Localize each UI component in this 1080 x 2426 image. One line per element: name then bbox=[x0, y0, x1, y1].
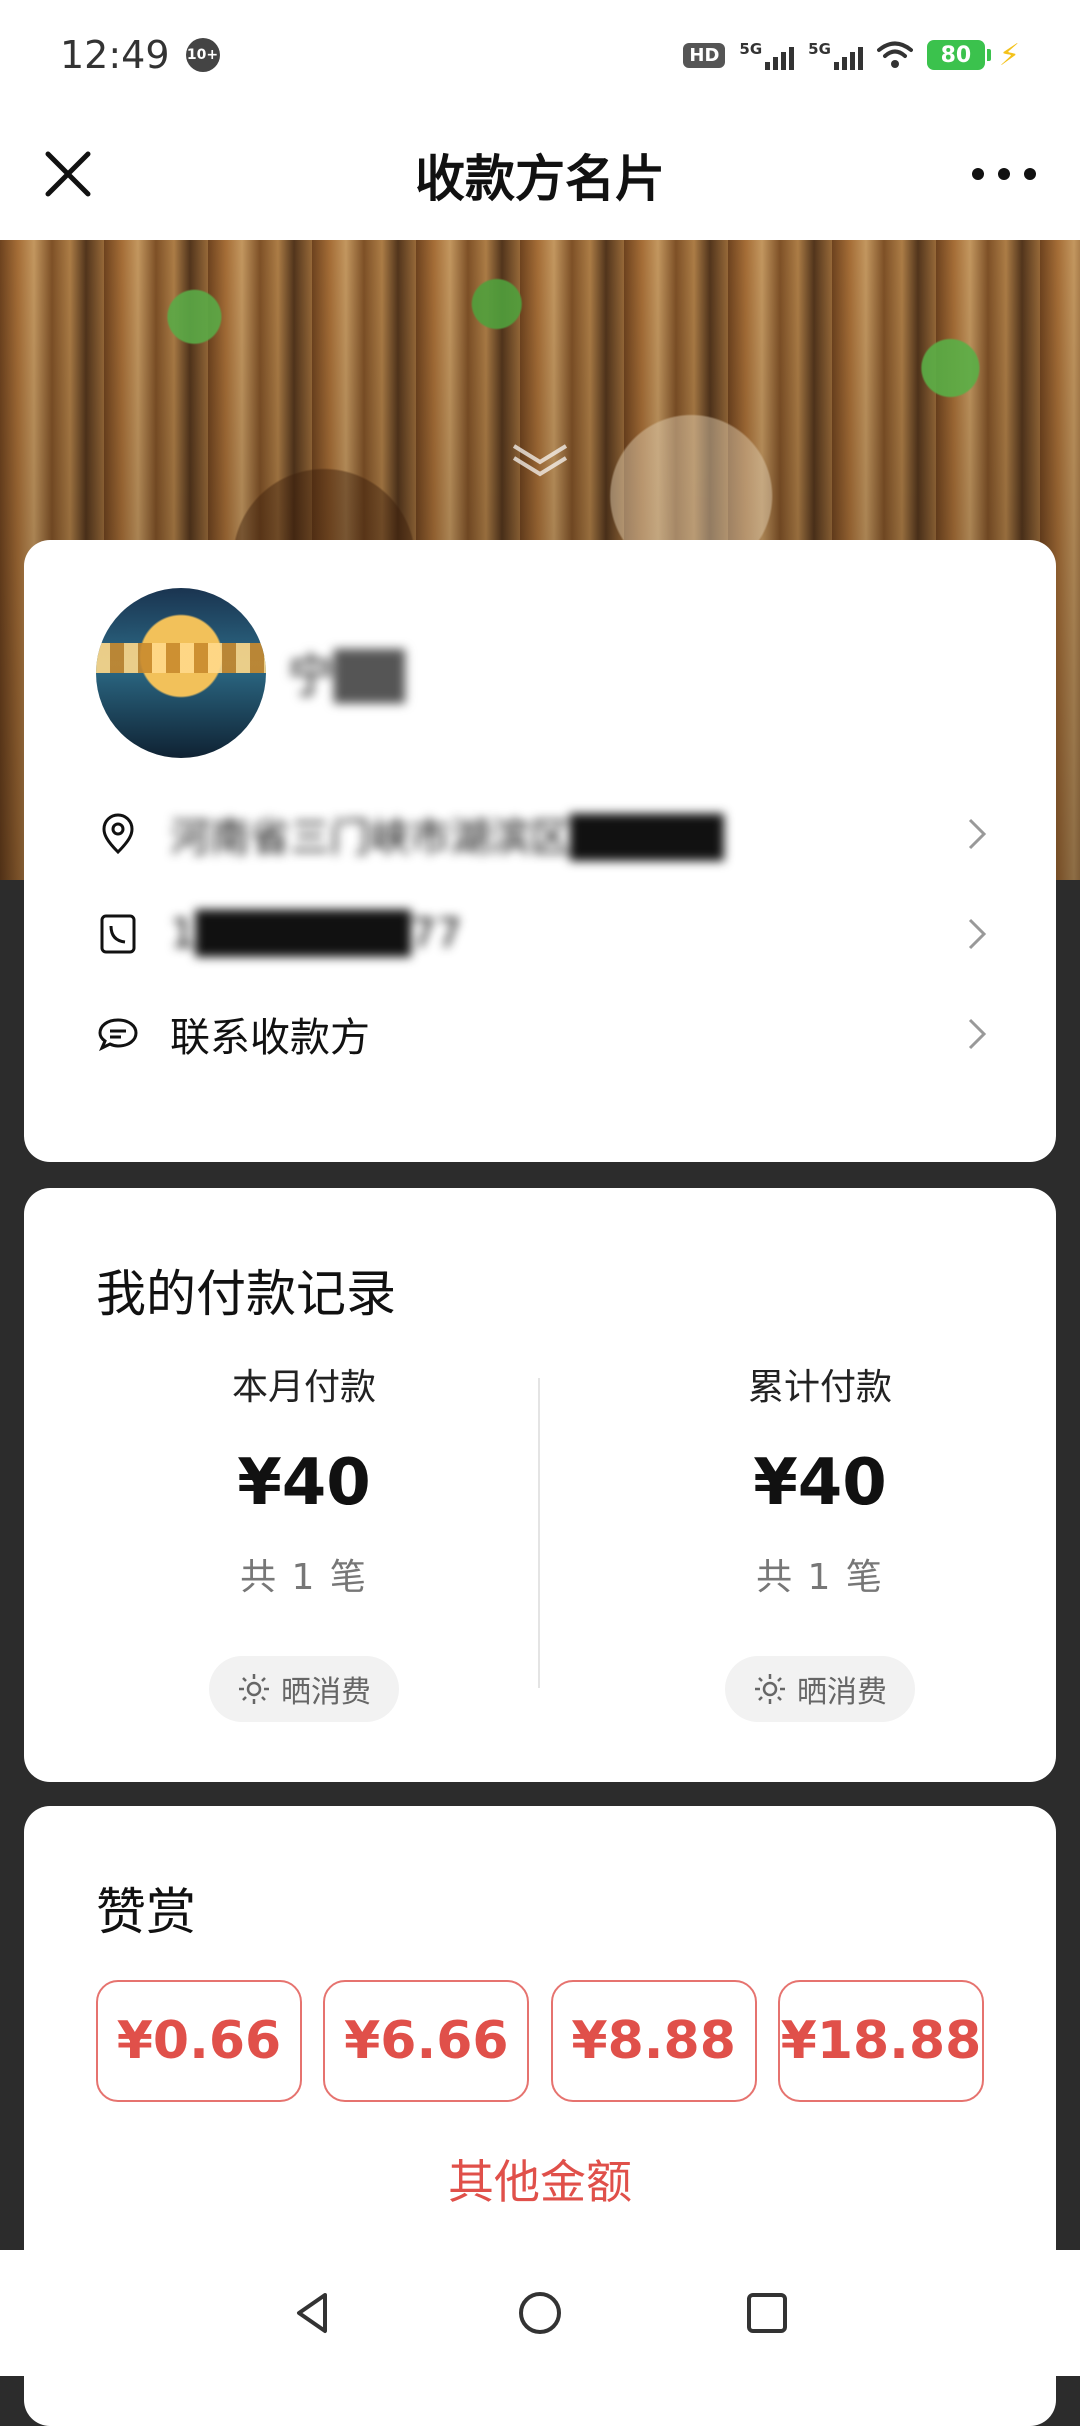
divider bbox=[538, 1378, 540, 1688]
monthly-payment-count: 共 1 笔 bbox=[240, 1557, 368, 1598]
cellular-signal-icon: 5G bbox=[808, 40, 863, 70]
title-bar: 收款方名片 bbox=[0, 110, 1080, 240]
chevron-right-icon bbox=[968, 818, 987, 850]
monthly-payment-stat: 本月付款 ¥40 共 1 笔 晒消费 bbox=[104, 1358, 504, 1722]
share-spending-label: 晒消费 bbox=[281, 1675, 371, 1710]
chat-bubble-icon bbox=[98, 1018, 138, 1052]
page-title: 收款方名片 bbox=[415, 150, 665, 208]
charging-bolt-icon: ⚡ bbox=[998, 37, 1020, 73]
close-icon[interactable] bbox=[36, 142, 100, 206]
monthly-payment-label: 本月付款 bbox=[231, 1367, 376, 1408]
address-row[interactable]: 河南省三门峡市湖滨区█████ bbox=[96, 794, 996, 874]
share-spending-button[interactable]: 晒消费 bbox=[725, 1656, 915, 1722]
home-icon[interactable] bbox=[512, 2285, 568, 2341]
wifi-icon bbox=[876, 41, 913, 68]
status-time: 12:49 bbox=[60, 33, 170, 77]
recent-apps-icon[interactable] bbox=[739, 2285, 795, 2341]
share-spending-label: 晒消费 bbox=[797, 1675, 887, 1710]
status-indicators: HD 5G 5G 80 ⚡ bbox=[683, 38, 1020, 73]
phone-row[interactable]: 1███████77 bbox=[96, 894, 996, 974]
cellular-signal-icon: 5G bbox=[739, 40, 795, 70]
monthly-payment-amount: ¥40 bbox=[237, 1446, 371, 1520]
hd-icon: HD bbox=[683, 42, 726, 68]
total-payment-label: 累计付款 bbox=[747, 1367, 892, 1408]
reward-amount-button[interactable]: ¥6.66 bbox=[323, 1980, 530, 2102]
total-payment-count: 共 1 笔 bbox=[756, 1557, 884, 1598]
system-navigation-bar bbox=[0, 2250, 1080, 2376]
phone-icon bbox=[100, 914, 136, 954]
reward-amount-button[interactable]: ¥18.88 bbox=[777, 1980, 984, 2102]
network-type-label: 5G bbox=[739, 40, 763, 58]
contact-payee-label: 联系收款方 bbox=[170, 1015, 370, 1061]
reward-amount-button[interactable]: ¥0.66 bbox=[96, 1980, 302, 2102]
sun-icon bbox=[239, 1674, 269, 1704]
more-options-icon[interactable] bbox=[964, 142, 1044, 206]
reward-amount-options: ¥0.66 ¥6.66 ¥8.88 ¥18.88 bbox=[96, 1980, 984, 2102]
payment-records-title: 我的付款记录 bbox=[96, 1265, 396, 1323]
phone-number: 1███████77 bbox=[170, 911, 462, 957]
other-amount-link[interactable]: 其他金额 bbox=[24, 2146, 1056, 2212]
chevron-right-icon bbox=[968, 1018, 987, 1050]
contact-payee-row[interactable]: 联系收款方 bbox=[96, 994, 996, 1074]
total-payment-amount: ¥40 bbox=[753, 1446, 887, 1520]
share-spending-button[interactable]: 晒消费 bbox=[209, 1656, 399, 1722]
total-payment-stat: 累计付款 ¥40 共 1 笔 晒消费 bbox=[620, 1358, 1020, 1722]
avatar bbox=[96, 588, 266, 758]
address-text: 河南省三门峡市湖滨区█████ bbox=[170, 815, 724, 861]
payee-profile-card: 宁██ 河南省三门峡市湖滨区█████ 1███████77 联系收款方 bbox=[24, 540, 1056, 1162]
location-pin-icon bbox=[102, 813, 134, 855]
chevron-right-icon bbox=[968, 918, 987, 950]
network-type-label: 5G bbox=[808, 40, 831, 58]
battery-icon: 80 bbox=[926, 40, 991, 70]
status-bar: 12:49 10+ HD 5G 5G 80 ⚡ bbox=[0, 0, 1080, 110]
chevron-down-icon[interactable] bbox=[508, 440, 572, 480]
reward-title: 赞赏 bbox=[96, 1883, 196, 1941]
payment-records-card: 我的付款记录 本月付款 ¥40 共 1 笔 晒消费 累计付款 ¥40 共 1 笔… bbox=[24, 1188, 1056, 1782]
notification-badge: 10+ bbox=[185, 38, 220, 72]
payee-name: 宁██ bbox=[288, 649, 405, 703]
reward-amount-button[interactable]: ¥8.88 bbox=[550, 1980, 757, 2102]
back-icon[interactable] bbox=[285, 2285, 341, 2341]
sun-icon bbox=[755, 1674, 785, 1704]
